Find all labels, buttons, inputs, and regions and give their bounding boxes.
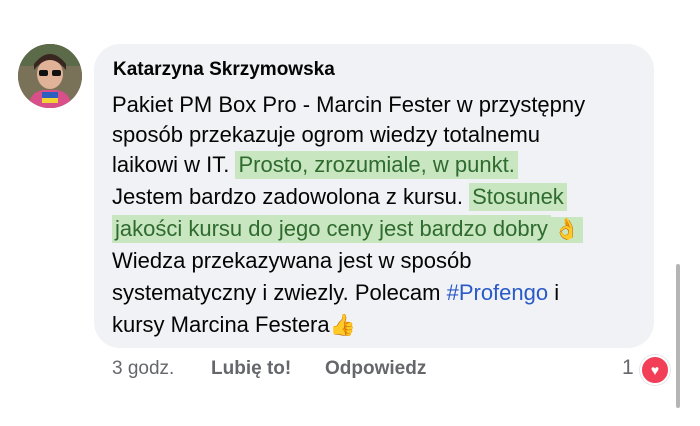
comment-line: Jestem bardzo zadowolona z kursu. Stosun… [112,182,567,212]
scrollbar[interactable] [676,264,680,408]
comment-line: Wiedza przekazywana jest w sposób [112,246,472,276]
comment-line: systematyczny i zwiezly. Polecam #Profen… [112,278,559,308]
comment-time[interactable]: 3 godz. [112,358,174,380]
comment-text: systematyczny i zwiezly. Polecam [112,280,447,305]
highlighted-text: Prosto, zrozumiale, w punkt. [235,151,518,179]
reaction-count[interactable]: 1 [622,356,634,380]
comment-line: sposób przekazuje ogrom wiedzy totalnemu [112,120,540,150]
highlighted-text: Stosunek [469,183,567,211]
thumbs-up-emoji: 👍 [329,314,356,337]
comment-text: sposób przekazuje ogrom wiedzy totalnemu [112,122,541,147]
comment-line: jakości kursu do jego ceny jest bardzo d… [112,214,584,245]
comment-line: laikowi w IT. Prosto, zrozumiale, w punk… [112,150,518,180]
comment-text: Jestem bardzo zadowolona z kursu. [112,184,470,209]
comment-line: kursy Marcina Festera👍 [112,310,356,341]
comment-line: Pakiet PM Box Pro - Marcin Fester w przy… [112,90,585,120]
reply-button[interactable]: Odpowiedz [325,358,426,380]
comment-text: Pakiet PM Box Pro - Marcin Fester w przy… [112,92,586,117]
comment-text: laikowi w IT. [112,152,236,177]
heart-icon[interactable]: ♥ [640,355,670,385]
comment-text: i [548,280,560,305]
ok-hand-emoji: 👌 [550,217,584,243]
comment-text: Wiedza przekazywana jest w sposób [112,248,472,273]
avatar[interactable] [18,44,82,108]
like-button[interactable]: Lubię to! [211,358,291,380]
comment-author[interactable]: Katarzyna Skrzymowska [113,59,335,81]
highlighted-text: jakości kursu do jego ceny jest bardzo d… [112,215,551,243]
comment-text: kursy Marcina Festera [112,312,330,337]
hashtag-link[interactable]: #Profengo [447,280,549,305]
avatar-photo [18,44,82,108]
